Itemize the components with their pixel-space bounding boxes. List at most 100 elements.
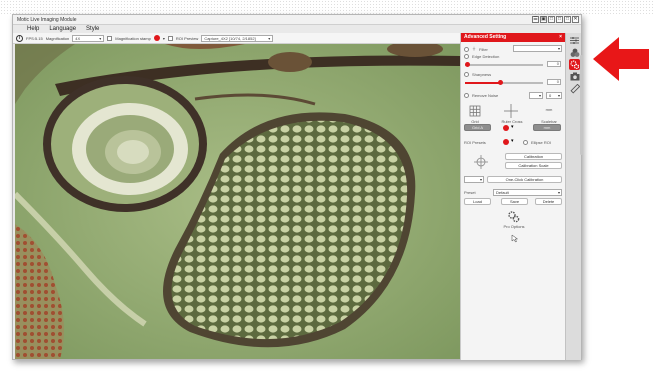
magnification-stamp-checkbox[interactable]: [107, 35, 113, 41]
chevron-down-icon: ▾: [557, 46, 560, 51]
remove-noise-label: Remove Noise: [472, 93, 499, 98]
camera-icon[interactable]: [569, 71, 580, 82]
calibration-objective-select[interactable]: ▾: [464, 176, 484, 183]
window-title: Motic Live Imaging Module: [17, 17, 77, 23]
preset-select[interactable]: Default ▾: [493, 189, 562, 196]
magnification-label: Magnification: [45, 35, 70, 41]
sharpness-fill: [465, 82, 501, 84]
chevron-down-icon: ▾: [99, 35, 102, 41]
filter-select[interactable]: ▾: [513, 45, 562, 52]
menu-language[interactable]: Language: [49, 25, 76, 33]
microscope-live-view[interactable]: [15, 44, 460, 359]
filter-row: ⏚ Filter: [464, 46, 488, 52]
menu-help[interactable]: Help: [27, 25, 39, 33]
sharpness-row: Sharpness: [464, 72, 491, 77]
sidebar-scrollbar[interactable]: [580, 55, 583, 155]
preset-value: Default: [496, 190, 509, 195]
window-controls: ☰ ▣ □ □ □ ✕: [532, 16, 579, 23]
close-button[interactable]: ✕: [572, 16, 579, 23]
panel-header: Advanced Setting ×: [461, 33, 565, 42]
remove-noise-value-select[interactable]: 0 ▾: [546, 92, 562, 99]
pro-options-label[interactable]: Pro Options: [497, 224, 531, 229]
app-window: Motic Live Imaging Module ☰ ▣ □ □ □ ✕ He…: [12, 14, 583, 360]
edge-slider-knob[interactable]: [465, 62, 470, 67]
sharpness-radio[interactable]: [464, 72, 469, 77]
funnel-icon: ⏚: [472, 46, 476, 51]
edge-detection-row: Edge Detection: [464, 54, 499, 59]
chevron-down-icon[interactable]: ▾: [511, 124, 514, 130]
load-button[interactable]: Load: [464, 198, 491, 205]
minimize-button[interactable]: □: [556, 16, 563, 23]
info-icon[interactable]: i: [16, 34, 23, 42]
filter-radio[interactable]: [464, 46, 469, 52]
gears-icon[interactable]: [508, 211, 520, 223]
calibration-target-icon: [474, 155, 488, 169]
red-arrow-icon: [593, 37, 649, 81]
maximize-button[interactable]: □: [564, 16, 571, 23]
roi-presets-label: ROI Presets: [464, 140, 486, 145]
calibration-scale-button[interactable]: Calibration Scale: [505, 162, 562, 169]
ruler-color-swatch[interactable]: [503, 125, 509, 131]
capture-file-select[interactable]: Capture_4X2 [10/74, 2/1852] ▾: [201, 34, 274, 42]
grid-icon[interactable]: [469, 105, 481, 117]
snapshot-window-button[interactable]: ▣: [540, 16, 547, 23]
roi-color-swatch[interactable]: [503, 139, 509, 145]
preset-label: Preset: [464, 190, 476, 195]
advanced-setting-panel: Advanced Setting × ⏚ Filter ▾ Edge Detec…: [460, 33, 565, 360]
chevron-down-icon: ▾: [538, 93, 541, 98]
edge-detection-label: Edge Detection: [472, 54, 500, 59]
sharpness-slider-knob[interactable]: [497, 80, 503, 85]
chevron-down-icon[interactable]: ▾: [511, 138, 514, 144]
sharpness-label: Sharpness: [472, 72, 492, 77]
menu-style[interactable]: Style: [86, 25, 99, 33]
remove-noise-mode-select[interactable]: ▾: [529, 92, 543, 99]
filter-label: Filter: [479, 46, 488, 52]
ellipse-roi-checkbox[interactable]: [523, 140, 528, 145]
scalebar-button[interactable]: mm: [533, 124, 561, 131]
one-click-calibration-button[interactable]: One-Click Calibration: [487, 176, 562, 183]
specimen-image: [15, 44, 460, 359]
magnification-value: 4X: [75, 35, 81, 41]
tool-sidebar: [565, 33, 581, 360]
fps-readout: FPS:5.15: [26, 35, 43, 41]
ruler-icon[interactable]: [569, 83, 580, 94]
edge-detection-radio[interactable]: [464, 54, 469, 59]
color-channels-icon[interactable]: [569, 47, 580, 58]
roi-preview-label: ROI Preview: [175, 35, 199, 41]
menu-window-button[interactable]: ☰: [532, 16, 539, 23]
capture-file-value: Capture_4X2 [10/74, 2/1852]: [204, 35, 256, 41]
magnification-select[interactable]: 4X ▾: [72, 34, 105, 42]
edge-detection-slider[interactable]: [465, 62, 543, 67]
title-bar: Motic Live Imaging Module ☰ ▣ □ □ □ ✕: [13, 15, 581, 25]
save-button[interactable]: Save: [501, 198, 528, 205]
panel-title: Advanced Setting: [464, 34, 507, 40]
ellipse-roi-row: Ellipse ROI: [523, 140, 551, 145]
remove-noise-value: 0: [549, 93, 552, 98]
sliders-icon[interactable]: [569, 35, 580, 46]
advanced-settings-gears-icon[interactable]: [569, 59, 580, 70]
edge-value-box[interactable]: 0: [547, 61, 561, 67]
ellipse-roi-label: Ellipse ROI: [531, 140, 552, 145]
chevron-down-icon: ▾: [557, 190, 560, 195]
sharpness-slider[interactable]: [465, 80, 543, 85]
roi-preview-checkbox[interactable]: [167, 35, 173, 41]
chevron-down-icon: ▾: [268, 35, 271, 41]
chevron-down-icon: ▾: [557, 93, 560, 98]
remove-noise-radio[interactable]: [464, 93, 469, 98]
grid-button[interactable]: Grid A: [464, 124, 491, 131]
chevron-down-icon: ▾: [479, 177, 482, 182]
crosshair-icon[interactable]: [504, 104, 518, 118]
remove-noise-row: Remove Noise: [464, 93, 498, 98]
mouse-cursor-icon: [511, 234, 519, 243]
delete-button[interactable]: Delete: [535, 198, 562, 205]
background-pattern: [0, 0, 655, 14]
preset-row: Preset: [464, 190, 476, 195]
magnification-stamp-label: Magnification stamp: [115, 35, 151, 41]
stamp-color-swatch[interactable]: [153, 35, 160, 41]
calibration-button[interactable]: Calibration: [505, 153, 562, 160]
layout-window-button[interactable]: □: [548, 16, 555, 23]
sharpness-value-box[interactable]: 0: [547, 79, 561, 85]
panel-close-icon[interactable]: ×: [559, 33, 562, 42]
scalebar-unit-label: mm: [545, 107, 553, 112]
chevron-down-icon[interactable]: ▾: [163, 36, 165, 41]
